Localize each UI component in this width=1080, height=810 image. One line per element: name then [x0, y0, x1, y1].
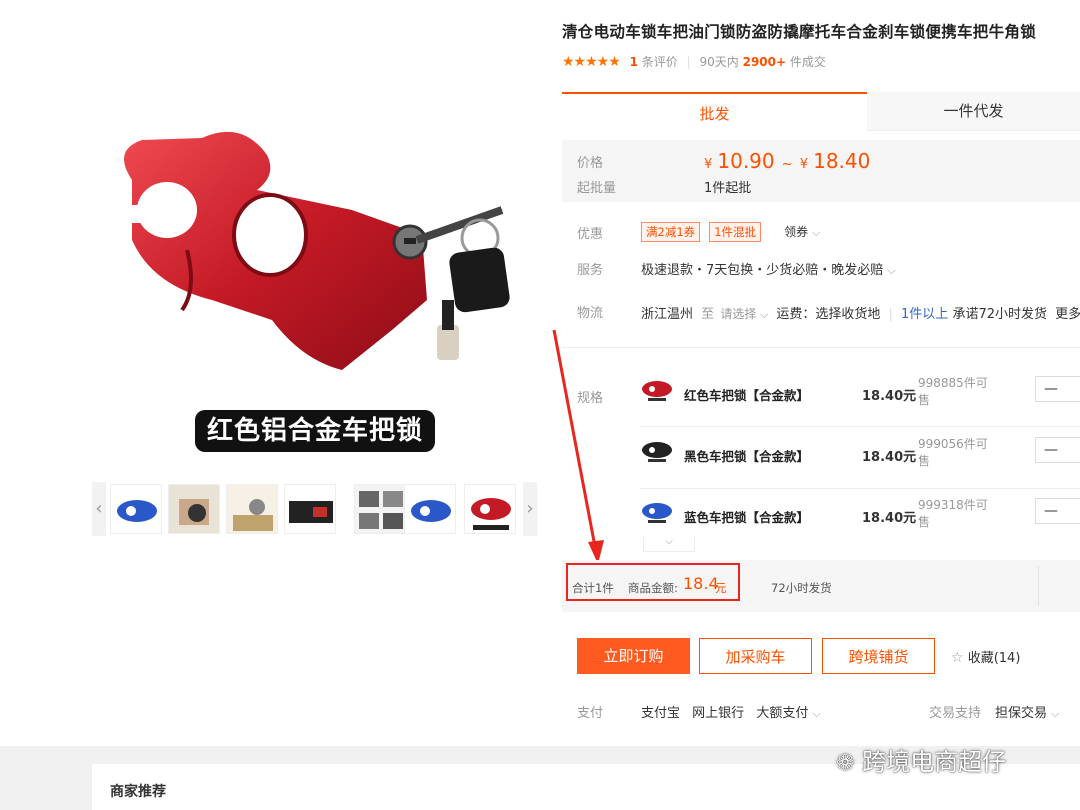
thumbnail-strip: ‹ ›: [92, 482, 537, 536]
order-now-button[interactable]: 立即订购: [577, 638, 690, 674]
logistics-row: 浙江温州 至 请选择 ⌵ 运费：选择收货地 | 1件以上 承诺72小时发货 更多…: [641, 303, 1080, 322]
sku-price: 18.40元: [862, 511, 917, 526]
freight: 运费：选择收货地: [776, 307, 881, 322]
chevron-down-icon: ⌵: [812, 226, 821, 239]
sku-price: 18.40元: [862, 389, 917, 404]
rating-row: ★★★★★ 1 条评价 | 90天内 2900+ 件成交: [562, 54, 826, 70]
favorite-button[interactable]: ☆ 收藏(14): [951, 647, 1020, 666]
thumbnail-4[interactable]: [284, 484, 336, 534]
cross-border-listing-button[interactable]: 跨境铺货: [822, 638, 935, 674]
service-label: 服务: [577, 263, 604, 278]
thumbnail-2[interactable]: [168, 484, 220, 534]
service-text[interactable]: 极速退款・7天包换・少货必赔・晚发必赔 ⌵: [641, 259, 896, 278]
annotation-highlight-box: [566, 563, 740, 601]
more-logistics[interactable]: 更多 ⌵: [1055, 307, 1080, 322]
price-tilde: ~: [781, 157, 793, 172]
chevron-down-icon: ⌵: [812, 707, 821, 720]
to-label: 至: [701, 307, 715, 322]
expand-chevron-icon[interactable]: ⌵: [643, 537, 695, 552]
sku-name: 红色车把锁【合金款】: [684, 388, 810, 403]
coupon-link[interactable]: 领券 ⌵: [784, 225, 820, 239]
divider: [562, 347, 1080, 348]
online-bank: 网上银行: [692, 706, 745, 721]
alipay: 支付宝: [641, 706, 681, 721]
sold-count: 2900+: [742, 55, 787, 69]
days-label: 90天内: [699, 55, 739, 69]
image-caption: 红色铝合金车把锁: [195, 410, 436, 452]
price-range: ¥ 10.90 ~ ¥ 18.40: [704, 149, 870, 173]
price-box: 价格 ¥ 10.90 ~ ¥ 18.40 起批量 1件起批: [562, 140, 1080, 202]
add-to-cart-button[interactable]: 加采购车: [699, 638, 812, 674]
sku-thumbnail: [642, 381, 672, 401]
review-label: 条评价: [641, 55, 678, 69]
thumbnail-6[interactable]: [404, 484, 456, 534]
sku-name: 蓝色车把锁【合金款】: [684, 510, 810, 525]
moq-value: 1件起批: [704, 181, 752, 196]
trade-support-label: 交易支持: [929, 706, 982, 721]
chevron-right-icon[interactable]: ›: [523, 482, 537, 536]
rating-stars: ★★★★★: [562, 54, 621, 70]
quantity-decrease-button[interactable]: —: [1035, 376, 1080, 402]
annotation-arrow: [552, 329, 604, 564]
product-title: 清仓电动车锁车把油门锁防盗防撬摩托车合金刹车锁便携车把牛角锁: [562, 23, 1037, 41]
promo-tags: 满2减1券 1件混批 领券 ⌵: [641, 221, 820, 242]
sku-price: 18.40元: [862, 450, 917, 465]
payment-label: 支付: [577, 706, 604, 721]
qty-rule: 1件以上: [901, 307, 949, 322]
moq-label: 起批量: [577, 181, 617, 196]
ship-time: 72小时发货: [771, 581, 832, 595]
star-outline-icon: ☆: [951, 650, 964, 666]
promo-tag-coupon[interactable]: 满2减1券: [641, 222, 701, 242]
payment-methods: 支付宝 网上银行 大额支付 ⌵: [641, 702, 821, 721]
price-min: 10.90: [717, 149, 775, 173]
logistics-label: 物流: [577, 306, 604, 321]
sold-label: 件成交: [789, 55, 826, 69]
currency-symbol: ¥: [704, 157, 713, 172]
chevron-down-icon: ⌵: [887, 264, 896, 277]
origin: 浙江温州: [641, 307, 694, 322]
large-payment-dropdown[interactable]: 大额支付 ⌵: [756, 706, 821, 721]
chevron-down-icon: ⌵: [760, 308, 769, 321]
ship-promise: 承诺72小时发货: [952, 307, 1047, 322]
price-max: 18.40: [813, 149, 871, 173]
sku-stock: 999318件可售: [918, 498, 988, 529]
quantity-decrease-button[interactable]: —: [1035, 498, 1080, 524]
sku-row-blue: 蓝色车把锁【合金款】 18.40元 999318件可售 —: [640, 487, 1080, 547]
quantity-decrease-button[interactable]: —: [1035, 437, 1080, 463]
price-label: 价格: [577, 156, 604, 171]
tab-wholesale[interactable]: 批发: [562, 92, 867, 130]
review-count[interactable]: 1: [630, 55, 638, 69]
main-product-image: 红色铝合金车把锁: [92, 60, 537, 480]
watermark: ❁ 跨境电商超仔: [836, 748, 1007, 776]
thumbnail-3[interactable]: [226, 484, 278, 534]
sku-row-red: 红色车把锁【合金款】 18.40元 998885件可售 —: [640, 365, 1080, 425]
chevron-left-icon[interactable]: ‹: [92, 482, 106, 536]
merchant-recommend-title: 商家推荐: [110, 784, 166, 800]
promo-label: 优惠: [577, 227, 604, 242]
sku-stock: 998885件可售: [918, 376, 988, 407]
currency-symbol: ¥: [799, 157, 809, 172]
wechat-icon: ❁: [836, 751, 855, 776]
sku-row-black: 黑色车把锁【合金款】 18.40元 999056件可售 —: [640, 426, 1080, 486]
escrow-dropdown[interactable]: 担保交易 ⌵: [995, 702, 1060, 721]
destination-select[interactable]: 请选择 ⌵: [720, 307, 772, 321]
thumbnail-5[interactable]: [354, 484, 406, 534]
sku-thumbnail: [642, 503, 672, 523]
tab-dropship[interactable]: 一件代发: [867, 92, 1080, 131]
chevron-down-icon: ⌵: [1051, 707, 1060, 720]
thumbnail-7[interactable]: [464, 484, 516, 534]
promo-tag-mix: 1件混批: [709, 222, 762, 242]
thumbnail-1[interactable]: [110, 484, 162, 534]
sku-name: 黑色车把锁【合金款】: [684, 449, 810, 464]
sku-stock: 999056件可售: [918, 437, 988, 468]
sku-thumbnail: [642, 442, 672, 462]
